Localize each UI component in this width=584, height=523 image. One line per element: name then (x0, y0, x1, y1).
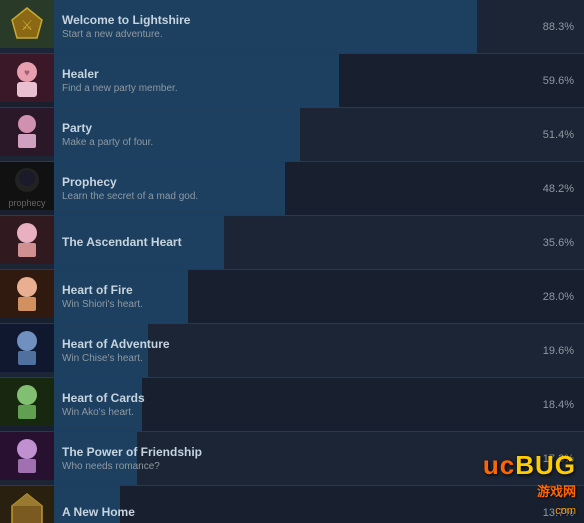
achievement-desc: Make a party of four. (62, 136, 525, 149)
achievement-title: Party (62, 120, 525, 137)
achievement-row: The Ascendant Heart 35.6% (0, 216, 584, 270)
achievement-percent: 88.3% (533, 0, 584, 53)
achievement-percent: 28.0% (533, 270, 584, 323)
achievement-row: The Power of FriendshipWho needs romance… (0, 432, 584, 486)
achievement-title: Prophecy (62, 174, 525, 191)
achievement-desc: Find a new party member. (62, 82, 525, 95)
achievement-icon-party (0, 108, 54, 161)
achievement-row: Heart of CardsWin Ako's heart. 18.4% (0, 378, 584, 432)
achievement-icon-friendship (0, 432, 54, 485)
achievement-title: Healer (62, 66, 525, 83)
achievement-title: A New Home (62, 504, 525, 521)
svg-text:⚔: ⚔ (21, 17, 34, 33)
achievement-percent: 51.4% (533, 108, 584, 161)
achievement-title: Heart of Fire (62, 282, 525, 299)
achievement-percent: 59.6% (533, 54, 584, 107)
achievement-row: PartyMake a party of four. 51.4% (0, 108, 584, 162)
achievement-row: Heart of FireWin Shiori's heart. 28.0% (0, 270, 584, 324)
achievement-row: Heart of AdventureWin Chise's heart. 19.6… (0, 324, 584, 378)
achievement-icon-healer: ♥ (0, 54, 54, 107)
achievement-percent: 19.6% (533, 324, 584, 377)
achievement-title: The Power of Friendship (62, 444, 525, 461)
achievement-desc: Who needs romance? (62, 460, 525, 473)
achievement-percent: 18.4% (533, 378, 584, 431)
achievement-percent: 17.3% (533, 432, 584, 485)
achievement-percent: 48.2% (533, 162, 584, 215)
achievement-desc: Start a new adventure. (62, 28, 525, 41)
achievement-desc: Win Ako's heart. (62, 406, 525, 419)
achievement-icon-fire (0, 270, 54, 323)
achievement-icon-newhome (0, 486, 54, 523)
achievement-title: The Ascendant Heart (62, 234, 525, 251)
svg-text:prophecy: prophecy (8, 198, 46, 208)
achievement-title: Heart of Cards (62, 390, 525, 407)
achievement-desc: Win Chise's heart. (62, 352, 525, 365)
achievement-icon-cards (0, 378, 54, 431)
achievement-row: prophecy ProphecyLearn the secret of a ma… (0, 162, 584, 216)
achievement-icon-prophecy: prophecy (0, 162, 54, 215)
achievement-icon-welcome: ⚔ (0, 0, 54, 53)
achievement-desc: Learn the secret of a mad god. (62, 190, 525, 203)
achievement-row: A New Home 13.7% (0, 486, 584, 523)
achievement-icon-ascendant (0, 216, 54, 269)
achievement-title: Heart of Adventure (62, 336, 525, 353)
achievement-list: ⚔ Welcome to LightshireStart a new advent… (0, 0, 584, 523)
achievement-percent: 13.7% (533, 486, 584, 523)
achievement-row: ⚔ Welcome to LightshireStart a new advent… (0, 0, 584, 54)
achievement-row: ♥ HealerFind a new party member. 59.6% (0, 54, 584, 108)
achievement-percent: 35.6% (533, 216, 584, 269)
svg-text:♥: ♥ (24, 68, 30, 79)
achievement-icon-adventure (0, 324, 54, 377)
achievement-desc: Win Shiori's heart. (62, 298, 525, 311)
achievement-title: Welcome to Lightshire (62, 12, 525, 29)
